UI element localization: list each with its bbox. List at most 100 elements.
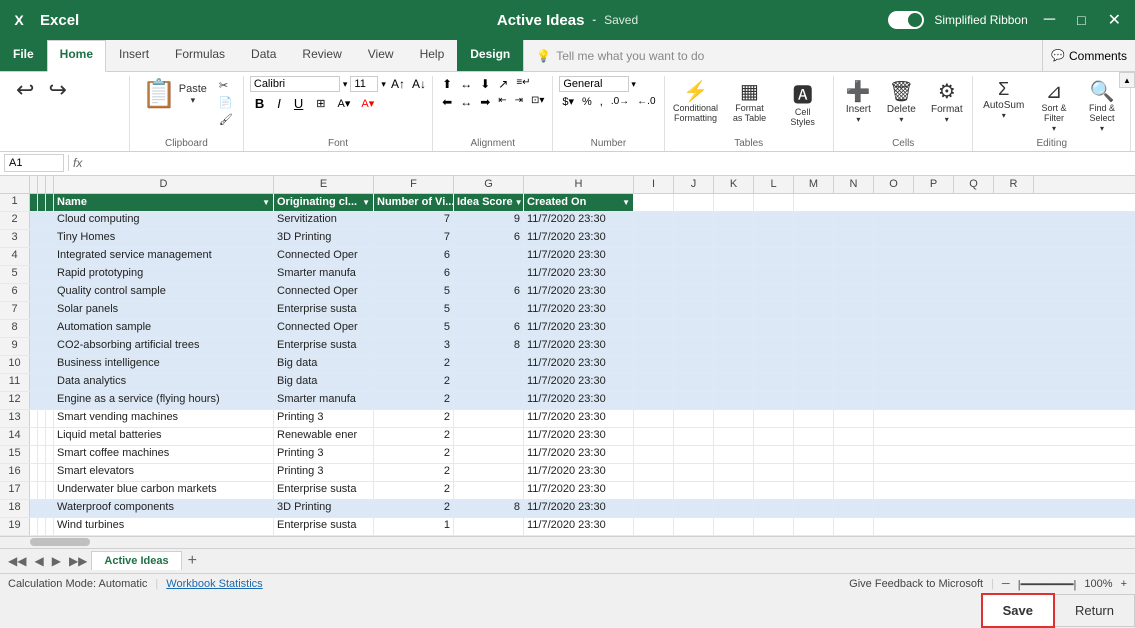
- cell-F-19[interactable]: 1: [374, 518, 454, 535]
- font-name-arrow[interactable]: ▾: [343, 79, 348, 90]
- cell-D-2[interactable]: Cloud computing: [54, 212, 274, 229]
- align-middle-button[interactable]: ↔: [457, 76, 475, 92]
- decimal-decrease-button[interactable]: .0→: [608, 95, 632, 108]
- cell-E-8[interactable]: Connected Oper: [274, 320, 374, 337]
- cell-G-16[interactable]: [454, 464, 524, 481]
- cell-D-6[interactable]: Quality control sample: [54, 284, 274, 301]
- autosum-button[interactable]: Σ AutoSum ▾: [979, 76, 1028, 123]
- table-row[interactable]: 15Smart coffee machinesPrinting 3211/7/2…: [0, 446, 1135, 464]
- col-header-O[interactable]: O: [874, 176, 914, 193]
- comments-btn[interactable]: Comments: [1069, 49, 1127, 63]
- workbook-stats-text[interactable]: Workbook Statistics: [166, 578, 262, 590]
- cell-reference-input[interactable]: [4, 154, 64, 172]
- cell-H-6[interactable]: 11/7/2020 23:30: [524, 284, 634, 301]
- cell-G-12[interactable]: [454, 392, 524, 409]
- cell-D-16[interactable]: Smart elevators: [54, 464, 274, 481]
- paste-button[interactable]: 📋 Paste ▾: [136, 76, 213, 112]
- table-row[interactable]: 4Integrated service managementConnected …: [0, 248, 1135, 266]
- cell-G-2[interactable]: 9: [454, 212, 524, 229]
- cell-H-8[interactable]: 11/7/2020 23:30: [524, 320, 634, 337]
- col-header-I[interactable]: I: [634, 176, 674, 193]
- collapse-ribbon-button[interactable]: ▲: [1119, 72, 1135, 88]
- table-row[interactable]: 8Automation sampleConnected Oper5611/7/2…: [0, 320, 1135, 338]
- cell-G-13[interactable]: [454, 410, 524, 427]
- header-numviews[interactable]: Number of Vi... ▼: [374, 194, 454, 211]
- zoom-in-button[interactable]: +: [1121, 578, 1127, 590]
- zoom-out-button[interactable]: ─: [1002, 578, 1010, 590]
- minimize-icon[interactable]: ─: [1038, 11, 1061, 29]
- font-color-button[interactable]: A▾: [357, 96, 378, 111]
- italic-button[interactable]: I: [272, 94, 286, 113]
- cell-E-13[interactable]: Printing 3: [274, 410, 374, 427]
- cell-D-18[interactable]: Waterproof components: [54, 500, 274, 517]
- tab-file[interactable]: File: [0, 40, 47, 71]
- col-header-M[interactable]: M: [794, 176, 834, 193]
- col-header-B[interactable]: [38, 176, 46, 193]
- feedback-text[interactable]: Give Feedback to Microsoft: [849, 578, 983, 590]
- comma-button[interactable]: ,: [597, 95, 606, 109]
- cell-F-12[interactable]: 2: [374, 392, 454, 409]
- number-format-arrow[interactable]: ▾: [631, 79, 636, 90]
- font-name-input[interactable]: [250, 76, 340, 92]
- cell-F-3[interactable]: 7: [374, 230, 454, 247]
- cell-H-18[interactable]: 11/7/2020 23:30: [524, 500, 634, 517]
- cell-D-5[interactable]: Rapid prototyping: [54, 266, 274, 283]
- font-size-input[interactable]: [350, 76, 378, 92]
- sheet-nav-next[interactable]: ▶: [48, 554, 65, 568]
- cell-D-13[interactable]: Smart vending machines: [54, 410, 274, 427]
- wrap-text-button[interactable]: ≡↵: [513, 76, 533, 92]
- cell-D-17[interactable]: Underwater blue carbon markets: [54, 482, 274, 499]
- cut-button[interactable]: ✂: [215, 78, 237, 93]
- underline-button[interactable]: U: [289, 94, 308, 113]
- col-header-J[interactable]: J: [674, 176, 714, 193]
- maximize-icon[interactable]: □: [1071, 12, 1091, 28]
- tab-design[interactable]: Design: [457, 40, 523, 71]
- cell-F-16[interactable]: 2: [374, 464, 454, 481]
- table-row[interactable]: 19Wind turbinesEnterprise susta111/7/202…: [0, 518, 1135, 536]
- cell-F-5[interactable]: 6: [374, 266, 454, 283]
- cell-E-7[interactable]: Enterprise susta: [274, 302, 374, 319]
- header-originating[interactable]: Originating cl... ▼: [274, 194, 374, 211]
- cell-G-15[interactable]: [454, 446, 524, 463]
- cell-G-8[interactable]: 6: [454, 320, 524, 337]
- h-scroll-thumb[interactable]: [30, 538, 90, 546]
- fill-color-button[interactable]: A▾: [334, 96, 355, 111]
- increase-font-icon[interactable]: A↑: [389, 76, 407, 92]
- simplified-ribbon-toggle[interactable]: [888, 11, 924, 29]
- format-cells-button[interactable]: ⚙ Format ▾: [926, 76, 968, 127]
- cell-F-11[interactable]: 2: [374, 374, 454, 391]
- cell-E-10[interactable]: Big data: [274, 356, 374, 373]
- percent-button[interactable]: %: [579, 95, 595, 109]
- close-icon[interactable]: ✕: [1102, 10, 1127, 30]
- cell-D-11[interactable]: Data analytics: [54, 374, 274, 391]
- cell-D-14[interactable]: Liquid metal batteries: [54, 428, 274, 445]
- cell-D-8[interactable]: Automation sample: [54, 320, 274, 337]
- return-button[interactable]: Return: [1055, 594, 1135, 627]
- cell-H-17[interactable]: 11/7/2020 23:30: [524, 482, 634, 499]
- cell-H-14[interactable]: 11/7/2020 23:30: [524, 428, 634, 445]
- align-center-button[interactable]: ↔: [457, 94, 475, 110]
- cell-E-11[interactable]: Big data: [274, 374, 374, 391]
- table-row[interactable]: 14Liquid metal batteriesRenewable ener21…: [0, 428, 1135, 446]
- tab-data[interactable]: Data: [238, 40, 289, 71]
- orientation-button[interactable]: ↗: [495, 76, 511, 92]
- col-header-E[interactable]: E: [274, 176, 374, 193]
- sheet-nav-first[interactable]: ◀◀: [4, 554, 30, 568]
- cell-H-11[interactable]: 11/7/2020 23:30: [524, 374, 634, 391]
- table-row[interactable]: 17Underwater blue carbon marketsEnterpri…: [0, 482, 1135, 500]
- table-row[interactable]: 7Solar panelsEnterprise susta511/7/2020 …: [0, 302, 1135, 320]
- cell-H-19[interactable]: 11/7/2020 23:30: [524, 518, 634, 535]
- col-header-R[interactable]: R: [994, 176, 1034, 193]
- undo-button[interactable]: ↩: [10, 76, 40, 104]
- table-row[interactable]: 3Tiny Homes3D Printing7611/7/2020 23:30: [0, 230, 1135, 248]
- horizontal-scrollbar[interactable]: [0, 536, 1135, 548]
- col-header-F[interactable]: F: [374, 176, 454, 193]
- cell-H-10[interactable]: 11/7/2020 23:30: [524, 356, 634, 373]
- cell-E-6[interactable]: Connected Oper: [274, 284, 374, 301]
- cell-G-18[interactable]: 8: [454, 500, 524, 517]
- cell-G-10[interactable]: [454, 356, 524, 373]
- border-button[interactable]: ⊞: [311, 95, 330, 112]
- decrease-indent-button[interactable]: ⇤: [495, 94, 509, 110]
- table-row[interactable]: 5Rapid prototypingSmarter manufa611/7/20…: [0, 266, 1135, 284]
- number-format-input[interactable]: [559, 76, 629, 92]
